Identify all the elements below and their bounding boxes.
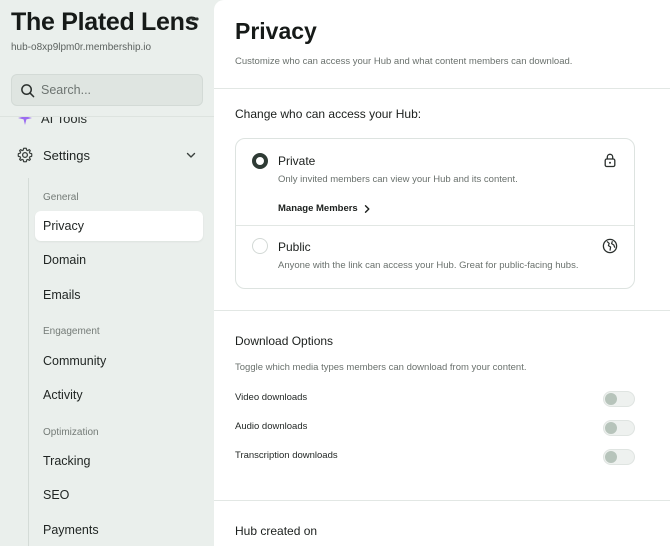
search-icon <box>21 83 35 97</box>
sidebar-item-tracking[interactable]: Tracking <box>35 446 203 476</box>
nav-ai-tools[interactable]: AI Tools <box>0 117 214 131</box>
audio-downloads-toggle[interactable] <box>603 420 635 436</box>
public-radio[interactable] <box>252 238 268 254</box>
lock-icon <box>604 153 616 168</box>
hub-url: hub-o8xp9lpm0r.membership.io <box>11 42 152 53</box>
manage-members-label: Manage Members <box>278 203 358 214</box>
access-heading: Change who can access your Hub: <box>235 107 422 121</box>
sidebar-item-privacy[interactable]: Privacy <box>35 211 203 241</box>
private-label: Private <box>278 154 316 168</box>
toggle-knob <box>605 422 617 434</box>
access-options-card: Private Only invited members can view yo… <box>235 138 635 289</box>
page-title: Privacy <box>235 18 317 44</box>
transcription-downloads-toggle[interactable] <box>603 449 635 465</box>
sidebar: The Plated Lens hub-o8xp9lpm0r.membershi… <box>0 0 214 546</box>
downloads-description: Toggle which media types members can dow… <box>235 362 527 373</box>
group-label-optimization: Optimization <box>43 427 99 438</box>
toggle-row-audio: Audio downloads <box>235 420 635 436</box>
audio-downloads-label: Audio downloads <box>235 421 308 432</box>
group-label-engagement: Engagement <box>43 326 100 337</box>
sparkle-icon <box>18 117 32 125</box>
sidebar-item-domain[interactable]: Domain <box>35 245 203 275</box>
nav-settings[interactable]: Settings <box>17 144 197 166</box>
section-divider <box>214 310 670 311</box>
manage-members-link[interactable]: Manage Members <box>278 203 372 214</box>
section-divider <box>214 88 670 89</box>
toggle-knob <box>605 451 617 463</box>
globe-icon <box>602 238 618 254</box>
toggle-knob <box>605 393 617 405</box>
sidebar-item-payments[interactable]: Payments <box>35 515 203 545</box>
main-panel: Privacy Customize who can access your Hu… <box>214 0 670 546</box>
chevron-right-icon <box>364 204 370 213</box>
private-description: Only invited members can view your Hub a… <box>278 174 518 185</box>
sidebar-item-community[interactable]: Community <box>35 346 203 376</box>
private-radio[interactable] <box>252 153 268 169</box>
sidebar-divider <box>0 116 214 117</box>
sidebar-item-activity[interactable]: Activity <box>35 380 203 410</box>
group-label-general: General <box>43 192 79 203</box>
page-subtitle: Customize who can access your Hub and wh… <box>235 56 573 67</box>
public-description: Anyone with the link can access your Hub… <box>278 260 579 271</box>
access-divider <box>236 225 634 226</box>
video-downloads-label: Video downloads <box>235 392 308 403</box>
section-divider <box>214 500 670 501</box>
search-box[interactable] <box>11 74 203 106</box>
more-options-icon[interactable] <box>186 12 200 26</box>
search-input[interactable] <box>41 83 191 97</box>
toggle-row-video: Video downloads <box>235 391 635 407</box>
sidebar-item-emails[interactable]: Emails <box>35 280 203 310</box>
subnav-line <box>28 178 29 546</box>
gear-icon <box>17 147 33 163</box>
hub-title[interactable]: The Plated Lens <box>11 8 199 37</box>
video-downloads-toggle[interactable] <box>603 391 635 407</box>
nav-ai-tools-label: AI Tools <box>41 117 88 126</box>
nav-settings-label: Settings <box>43 147 90 163</box>
sidebar-item-seo[interactable]: SEO <box>35 480 203 510</box>
created-heading: Hub created on <box>235 524 318 538</box>
toggle-row-transcription: Transcription downloads <box>235 449 635 465</box>
chevron-down-icon[interactable] <box>185 149 197 161</box>
public-label: Public <box>278 240 311 254</box>
downloads-heading: Download Options <box>235 334 334 348</box>
transcription-downloads-label: Transcription downloads <box>235 450 338 461</box>
